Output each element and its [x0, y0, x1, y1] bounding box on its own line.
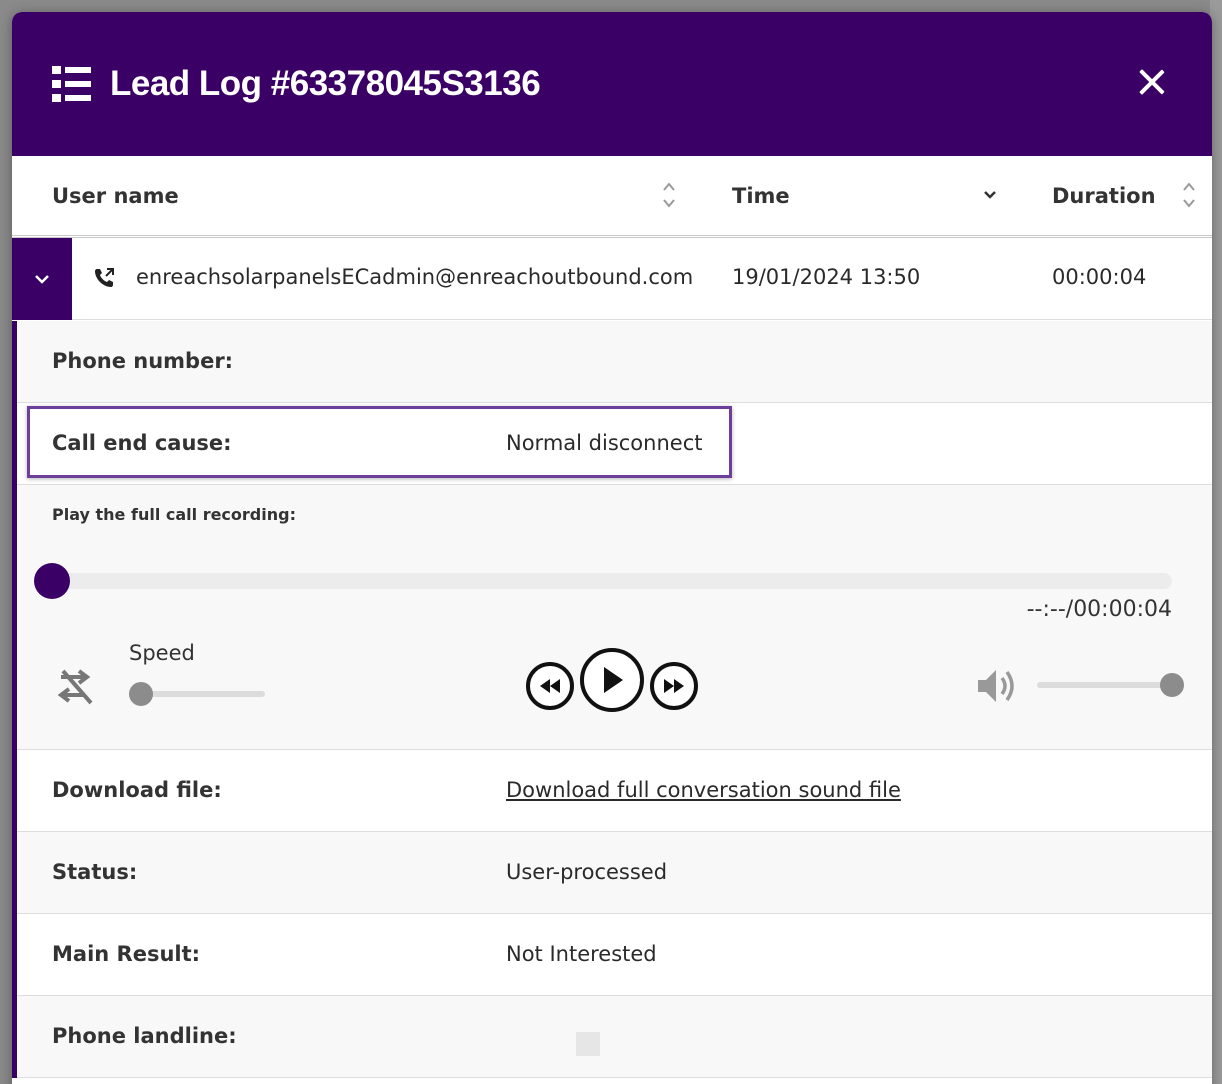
rewind-icon: [540, 679, 560, 693]
fast-forward-button[interactable]: [650, 662, 698, 710]
column-header-duration[interactable]: Duration: [1052, 184, 1156, 208]
close-icon[interactable]: [1136, 66, 1168, 98]
play-icon: [604, 667, 623, 693]
play-button[interactable]: [580, 648, 644, 712]
rewind-button[interactable]: [526, 662, 574, 710]
detail-value: Not Interested: [506, 942, 657, 966]
detail-label: Phone number:: [52, 349, 234, 373]
expand-row-button[interactable]: [12, 238, 72, 320]
sort-updown-icon[interactable]: [1182, 180, 1196, 210]
phone-outgoing-icon: [92, 266, 116, 295]
detail-phone-landline: Phone landline:: [17, 996, 1212, 1078]
recording-label: Play the full call recording:: [52, 505, 296, 524]
row-details: Phone number: Call end cause: Normal dis…: [12, 321, 1212, 1078]
modal-title: Lead Log #63378045S3136: [110, 64, 541, 103]
sort-updown-icon[interactable]: [662, 180, 676, 210]
column-label: Duration: [1052, 183, 1156, 208]
shuffle-disabled-icon[interactable]: [55, 665, 99, 713]
audio-player: Play the full call recording: --:--/00:0…: [17, 485, 1212, 750]
detail-value: Normal disconnect: [506, 431, 703, 455]
speed-slider-thumb[interactable]: [129, 682, 153, 706]
detail-status: Status: User-processed: [17, 832, 1212, 914]
column-header-user-name[interactable]: User name: [52, 184, 179, 208]
recording-progress-thumb[interactable]: [34, 563, 70, 599]
download-link[interactable]: Download full conversation sound file: [506, 778, 901, 802]
table-row[interactable]: enreachsolarpanelsECadmin@enreachoutboun…: [12, 238, 1212, 320]
volume-icon[interactable]: [976, 666, 1020, 710]
detail-label: Main Result:: [52, 942, 201, 966]
fast-forward-icon: [664, 679, 684, 693]
detail-value: User-processed: [506, 860, 668, 884]
row-user-name: enreachsolarpanelsECadmin@enreachoutboun…: [136, 265, 694, 289]
column-header-time[interactable]: Time: [732, 184, 790, 208]
modal-header: Lead Log #63378045S3136: [12, 12, 1212, 156]
list-icon: [52, 65, 92, 103]
chevron-down-icon: [35, 275, 49, 284]
table-header: User name Time Duration: [12, 156, 1212, 238]
lead-log-modal: Lead Log #63378045S3136 User name Time D…: [12, 12, 1212, 1084]
detail-label: Call end cause:: [52, 431, 232, 455]
detail-label: Status:: [52, 860, 138, 884]
column-label: User name: [52, 183, 179, 208]
detail-phone-number: Phone number:: [17, 321, 1212, 403]
placeholder-box: [576, 1032, 600, 1056]
chevron-down-icon[interactable]: [983, 180, 997, 210]
detail-download-file: Download file: Download full conversatio…: [17, 750, 1212, 832]
detail-main-result: Main Result: Not Interested: [17, 914, 1212, 996]
recording-progress-track[interactable]: [52, 573, 1172, 589]
detail-call-end-cause: Call end cause: Normal disconnect: [17, 403, 1212, 485]
row-time: 19/01/2024 13:50: [732, 265, 921, 289]
recording-time: --:--/00:00:04: [1026, 597, 1172, 622]
column-label: Time: [732, 183, 790, 208]
row-duration: 00:00:04: [1052, 265, 1147, 289]
detail-label: Phone landline:: [52, 1024, 237, 1048]
detail-label: Download file:: [52, 778, 222, 802]
speed-label: Speed: [129, 641, 195, 665]
volume-slider-thumb[interactable]: [1160, 673, 1184, 697]
